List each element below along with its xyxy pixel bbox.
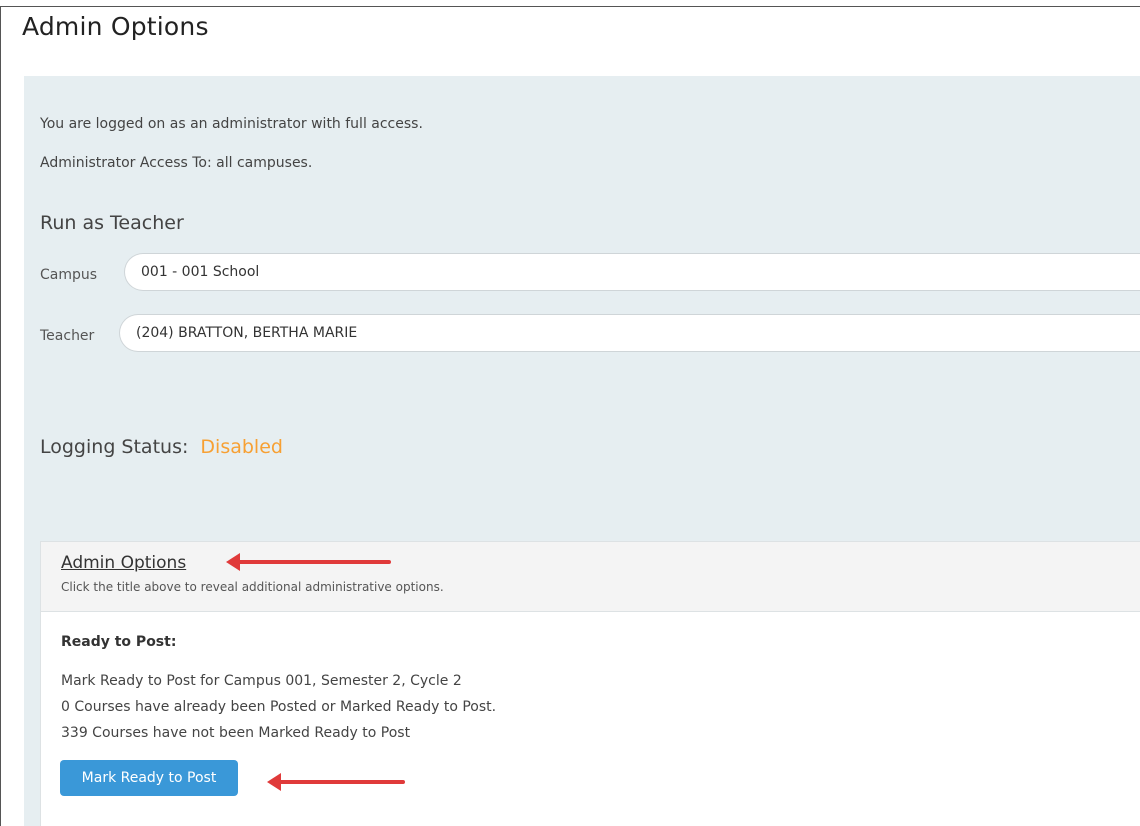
access-text: Administrator Access To: all campuses. xyxy=(40,155,313,171)
admin-options-hint: Click the title above to reveal addition… xyxy=(61,580,444,594)
logging-status-label: Logging Status: xyxy=(40,436,189,458)
annotation-arrow-icon xyxy=(226,553,391,571)
page-title: Admin Options xyxy=(22,12,209,41)
annotation-arrow-icon xyxy=(267,773,405,791)
admin-options-link[interactable]: Admin Options xyxy=(61,553,186,573)
campus-select[interactable] xyxy=(124,253,1140,291)
ready-to-post-title: Ready to Post: xyxy=(61,634,177,650)
admin-options-box: Admin Options Click the title above to r… xyxy=(40,541,1140,826)
ready-line-posted: 0 Courses have already been Posted or Ma… xyxy=(61,699,497,715)
ready-line-campus: Mark Ready to Post for Campus 001, Semes… xyxy=(61,673,462,689)
main-panel: You are logged on as an administrator wi… xyxy=(24,76,1140,826)
logging-status: Logging Status: Disabled xyxy=(40,436,283,458)
logging-status-value: Disabled xyxy=(200,436,283,458)
admin-options-header: Admin Options Click the title above to r… xyxy=(41,542,1140,612)
teacher-label: Teacher xyxy=(40,328,95,344)
teacher-select[interactable] xyxy=(119,314,1140,352)
ready-line-not-marked: 339 Courses have not been Marked Ready t… xyxy=(61,725,411,741)
campus-label: Campus xyxy=(40,267,98,283)
run-as-teacher-heading: Run as Teacher xyxy=(40,212,184,234)
logged-on-text: You are logged on as an administrator wi… xyxy=(40,116,423,132)
mark-ready-to-post-button[interactable]: Mark Ready to Post xyxy=(60,760,238,796)
